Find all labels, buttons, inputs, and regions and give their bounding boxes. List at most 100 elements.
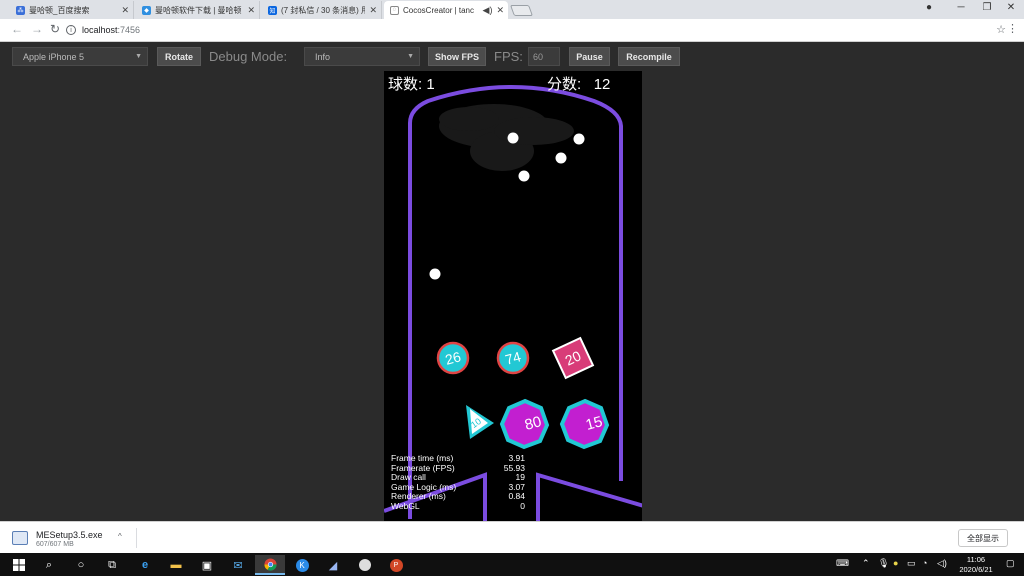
audio-icon[interactable]: ◀) [483, 5, 493, 16]
download-filename[interactable]: MESetup3.5.exe [36, 530, 103, 540]
clock-time: 11:06 [966, 555, 986, 564]
mail-icon[interactable]: ✉ [223, 555, 253, 575]
reload-icon[interactable]: ↻ [48, 22, 62, 36]
show-all-button[interactable]: 全部显示 [958, 529, 1008, 547]
ball [555, 152, 567, 164]
game-canvas[interactable]: 26 74 20 1 0 80 15 球数: 1 分数: 12 Frame tim… [384, 71, 642, 521]
block-circle-26: 26 [436, 341, 470, 375]
forward-icon[interactable]: → [30, 22, 44, 36]
clock[interactable]: 11:06 2020/6/21 [952, 555, 1000, 575]
close-icon[interactable]: ✕ [369, 5, 377, 16]
stat-row: WebGL 0 [391, 500, 525, 512]
block-circle-74: 74 [496, 341, 530, 375]
chevron-up-icon[interactable]: ^ [118, 532, 122, 541]
score-label: 分数: [547, 76, 582, 93]
score-value: 12 [593, 76, 611, 93]
right-funnel-wall [536, 472, 642, 521]
block-octagon-80: 80 [499, 398, 550, 450]
minimize-icon[interactable]: ─ [950, 2, 972, 13]
close-icon[interactable]: ✕ [121, 5, 129, 16]
ball [507, 132, 519, 144]
task-view-icon[interactable]: ⧉ [97, 555, 127, 575]
baidu-icon: ⁂ [16, 5, 25, 15]
windows-start-icon[interactable] [4, 555, 34, 575]
tab-download[interactable]: ◆ 曼哈顿软件下载 | 曼哈顿 ✕ [136, 1, 260, 19]
balls-label: 球数: [388, 76, 423, 93]
tab-title: 曼哈顿软件下载 | 曼哈顿 [155, 5, 242, 15]
chrome-icon[interactable] [255, 555, 285, 575]
cocos-icon: ◌ [390, 5, 399, 15]
browser-toolbar: ← → ↻ i localhost:7456 ☆ ⋮ [0, 19, 1024, 42]
device-value: Apple iPhone 5 [23, 51, 85, 62]
restore-icon[interactable]: ❐ [976, 2, 998, 13]
show-fps-button[interactable]: Show FPS [428, 47, 486, 66]
address-host: localhost [82, 25, 118, 35]
stat-value: 0 [520, 500, 525, 511]
chevron-down-icon: ▼ [135, 53, 142, 60]
app-icon: ◆ [142, 5, 151, 15]
close-icon[interactable]: ✕ [496, 5, 504, 16]
downloads-shelf: MESetup3.5.exe 607/607 MB ^ 全部显示 [0, 521, 1024, 553]
microphone-icon[interactable]: 🎙 [878, 558, 889, 569]
cocos-dashboard-icon[interactable] [350, 555, 380, 575]
battery-icon[interactable]: ▭ [907, 558, 916, 569]
tab-zhihu[interactable]: 知 (7 封私信 / 30 条消息) 用… ✕ [262, 1, 382, 19]
block-octagon-15: 15 [559, 398, 610, 450]
kugou-icon[interactable]: K [287, 555, 317, 575]
back-icon[interactable]: ← [10, 22, 24, 36]
tab-title: (7 封私信 / 30 条消息) 用… [281, 5, 366, 15]
stat-value: 0.84 [508, 491, 525, 502]
score: 分数: 12 [547, 73, 610, 94]
show-hidden-icons[interactable]: ⌃ [862, 558, 870, 569]
ball [573, 133, 585, 145]
taskbar: ⌕ ○ ⧉ e ▬ ▣ ✉ K ◢ P ⌨ ⌃ 🎙 ● ▭ ◔ ◁) 11:06… [0, 553, 1024, 576]
tab-cocos[interactable]: ◌ CocosCreator | tanc ◀) ✕ [384, 1, 508, 19]
notification-icon[interactable]: ▢ [1006, 558, 1015, 569]
screen: ⁂ 曼哈顿_百度搜索 ✕ ◆ 曼哈顿软件下载 | 曼哈顿 ✕ 知 (7 封私信 … [0, 0, 1024, 576]
powerpoint-icon[interactable]: P [381, 555, 411, 575]
cortana-icon[interactable]: ○ [66, 555, 96, 575]
fps-label: FPS: [494, 49, 523, 64]
clock-date: 2020/6/21 [959, 565, 993, 574]
installer-icon [12, 531, 28, 545]
device-select[interactable]: Apple iPhone 5 ▼ [12, 47, 148, 66]
divider [136, 528, 137, 548]
smudge [439, 104, 574, 171]
debug-mode-select[interactable]: Info ▼ [304, 47, 420, 66]
tab-baidu[interactable]: ⁂ 曼哈顿_百度搜索 ✕ [10, 1, 134, 19]
edge-icon[interactable]: e [130, 555, 160, 575]
tab-title: CocosCreator | tanc [403, 5, 474, 15]
wifi-icon[interactable]: ◔ [922, 558, 927, 568]
zhihu-icon: 知 [268, 5, 277, 15]
stat-label: WebGL [391, 500, 420, 511]
bookmark-star-icon[interactable]: ☆ [996, 23, 1006, 36]
store-icon[interactable]: ▣ [192, 555, 222, 575]
search-icon[interactable]: ⌕ [34, 555, 64, 575]
profile-icon[interactable]: ● [918, 2, 940, 13]
fps-input[interactable]: 60 [528, 47, 560, 66]
keyboard-icon[interactable]: ⌨ [836, 558, 849, 569]
cocos-toolbar: Apple iPhone 5 ▼ Rotate Debug Mode: Info… [0, 43, 1024, 71]
rotate-button[interactable]: Rotate [157, 47, 201, 66]
download-size: 607/607 MB [36, 541, 74, 548]
debug-mode-value: Info [315, 51, 331, 62]
debug-mode-label: Debug Mode: [209, 49, 288, 64]
tray-app-icon[interactable]: ● [893, 558, 898, 568]
block-square-20: 20 [551, 336, 595, 380]
menu-icon[interactable]: ⋮ [1007, 22, 1018, 35]
new-tab-button[interactable] [509, 5, 534, 16]
info-icon[interactable]: i [66, 25, 76, 35]
ball [518, 170, 530, 182]
address-port: :7456 [117, 25, 141, 35]
balls-count: 球数: 1 [388, 73, 435, 94]
file-explorer-icon[interactable]: ▬ [161, 555, 191, 575]
balls-value: 1 [426, 76, 435, 93]
close-icon[interactable]: ✕ [247, 5, 255, 16]
pause-button[interactable]: Pause [569, 47, 610, 66]
address-bar[interactable]: i localhost:7456 [66, 22, 1008, 38]
recompile-button[interactable]: Recompile [618, 47, 680, 66]
volume-icon[interactable]: ◁) [937, 558, 947, 569]
visual-studio-icon[interactable]: ◢ [318, 555, 348, 575]
close-window-icon[interactable]: ✕ [1000, 2, 1022, 13]
ball [429, 268, 441, 280]
